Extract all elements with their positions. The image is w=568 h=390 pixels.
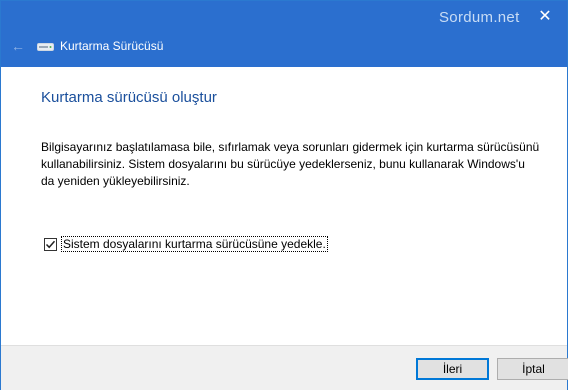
drive-icon (37, 43, 54, 51)
next-button[interactable]: İleri (416, 358, 489, 380)
backup-checkbox-label[interactable]: Sistem dosyalarını kurtarma sürücüsüne y… (61, 236, 328, 252)
recovery-drive-window: Sordum.net ✕ ← Kurtarma Sürücüsü Kurtarm… (0, 0, 568, 390)
window-title: Kurtarma Sürücüsü (60, 39, 164, 53)
watermark: Sordum.net (439, 9, 520, 26)
checkmark-icon (45, 240, 56, 248)
back-button[interactable]: ← (9, 37, 27, 55)
description-text: Bilgisayarınız başlatılamasa bile, sıfır… (41, 140, 540, 188)
cancel-button[interactable]: İptal (497, 358, 568, 380)
close-button[interactable]: ✕ (533, 5, 557, 29)
title-bar: Sordum.net ✕ ← Kurtarma Sürücüsü (1, 1, 567, 67)
backup-checkbox[interactable] (44, 237, 57, 251)
page-title: Kurtarma sürücüsü oluştur (41, 89, 217, 106)
back-arrow-icon: ← (11, 38, 25, 54)
footer-bar: İleri İptal (1, 345, 568, 390)
backup-system-files-option[interactable]: Sistem dosyalarını kurtarma sürücüsüne y… (44, 236, 328, 252)
close-icon: ✕ (538, 8, 552, 25)
